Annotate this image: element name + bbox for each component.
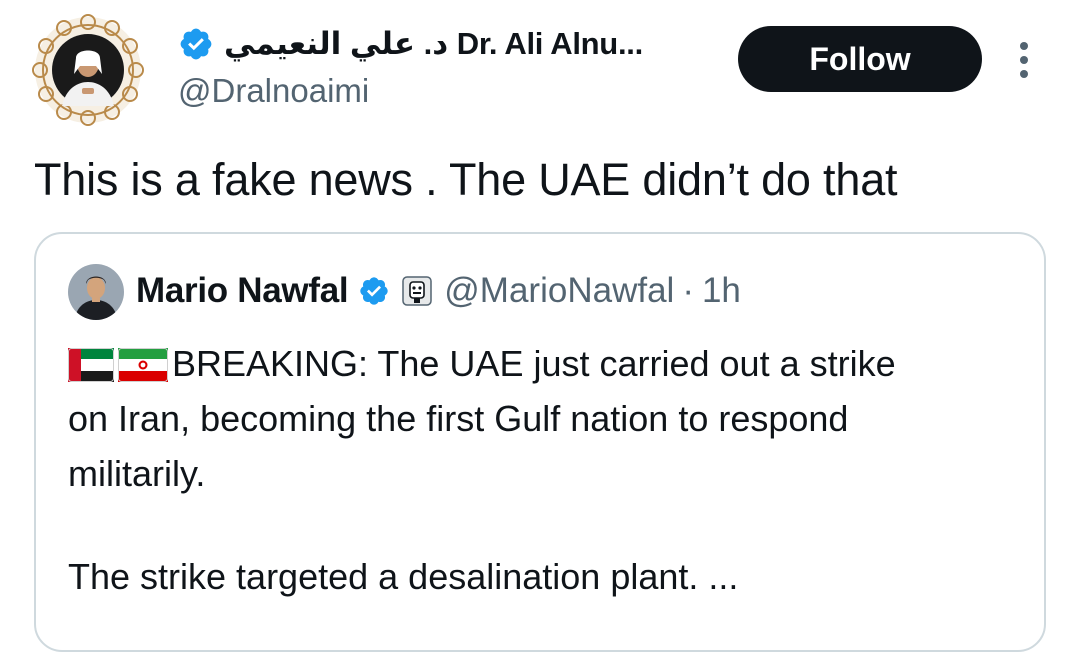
verified-badge-icon [178, 26, 214, 62]
tweet-post: د. علي النعيمي Dr. Ali Alnu... @Dralnoai… [0, 0, 1080, 652]
quoted-body-line: on Iran, becoming the first Gulf nation … [68, 398, 849, 439]
author-avatar[interactable] [32, 14, 144, 126]
quoted-body: BREAKING: The UAE just carried out a str… [68, 336, 1028, 501]
quoted-tweet-card[interactable]: Mario Nawfal @MarioNawfal · 1h BREAKING:… [34, 232, 1046, 652]
tweet-text: This is a fake news . The UAE didn’t do … [34, 154, 898, 205]
ornamental-frame-icon [32, 14, 144, 126]
affiliate-badge-icon[interactable] [402, 276, 433, 306]
quoted-header: Mario Nawfal @MarioNawfal · 1h [136, 266, 741, 316]
separator-dot: · [682, 271, 694, 310]
quoted-handle[interactable]: @MarioNawfal [444, 271, 674, 311]
quoted-author-avatar[interactable] [68, 264, 124, 320]
quoted-body-line: BREAKING: The UAE just carried out a str… [68, 336, 1028, 391]
verified-badge-icon [358, 275, 390, 307]
author-name-row[interactable]: د. علي النعيمي Dr. Ali Alnu... [178, 22, 643, 66]
quoted-timestamp[interactable]: 1h [702, 271, 741, 311]
quoted-body-line: militarily. [68, 453, 206, 494]
iran-flag-icon [118, 348, 168, 382]
follow-button[interactable]: Follow [738, 26, 982, 92]
quoted-body-text: BREAKING: The UAE just carried out a str… [172, 343, 896, 384]
quoted-display-name[interactable]: Mario Nawfal [136, 271, 349, 311]
uae-flag-icon [68, 348, 114, 382]
quoted-body-paragraph: The strike targeted a desalination plant… [68, 556, 739, 597]
author-display-name: د. علي النعيمي Dr. Ali Alnu... [224, 26, 643, 61]
more-options-icon[interactable] [1010, 40, 1038, 80]
author-handle[interactable]: @Dralnoaimi [178, 72, 369, 110]
